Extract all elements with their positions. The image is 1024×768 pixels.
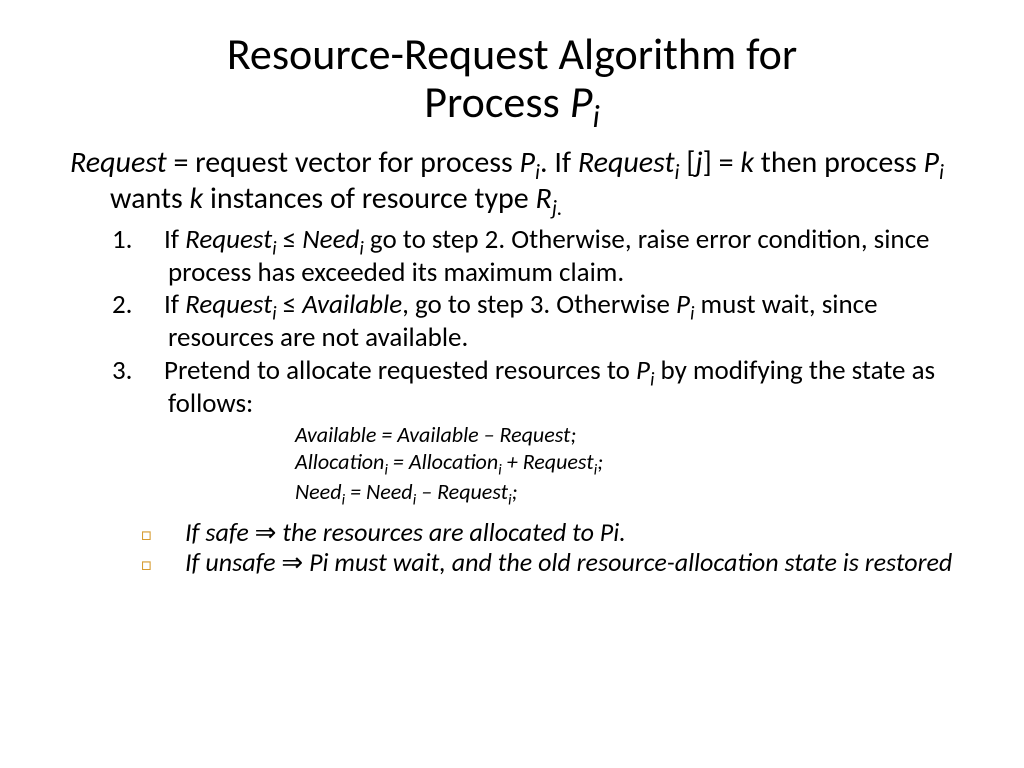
title-p: P — [570, 75, 593, 129]
outcome-safe: □If safe ⇒ the resources are allocated t… — [165, 518, 954, 546]
slide-title: Resource-Request Algorithm for Process P… — [70, 30, 954, 135]
title-p-sub: i — [592, 97, 599, 136]
steps-list: 1.If Requesti ≤ Needi go to step 2. Othe… — [140, 226, 954, 419]
bullet-icon: □ — [165, 525, 185, 545]
outcomes-list: □If safe ⇒ the resources are allocated t… — [165, 518, 954, 576]
title-line2a: Process — [424, 75, 569, 129]
title-line1: Resource-Request Algorithm for — [227, 27, 797, 81]
step-3: 3.Pretend to allocate requested resource… — [140, 357, 954, 419]
formula-allocation: Allocationi = Allocationi + Requesti; — [295, 449, 954, 479]
formulas-block: Available = Available – Request; Allocat… — [295, 422, 954, 509]
formula-available: Available = Available – Request; — [295, 422, 954, 448]
formula-need: Needi = Needi – Requesti; — [295, 479, 954, 509]
outcome-unsafe: □If unsafe ⇒ Pi must wait, and the old r… — [165, 548, 954, 576]
slide: Resource-Request Algorithm for Process P… — [0, 0, 1024, 768]
bullet-icon: □ — [165, 555, 185, 575]
step-1: 1.If Requesti ≤ Needi go to step 2. Othe… — [140, 226, 954, 288]
intro-paragraph: Request = request vector for process Pi.… — [70, 147, 954, 220]
step-2: 2.If Requesti ≤ Available, go to step 3.… — [140, 291, 954, 353]
